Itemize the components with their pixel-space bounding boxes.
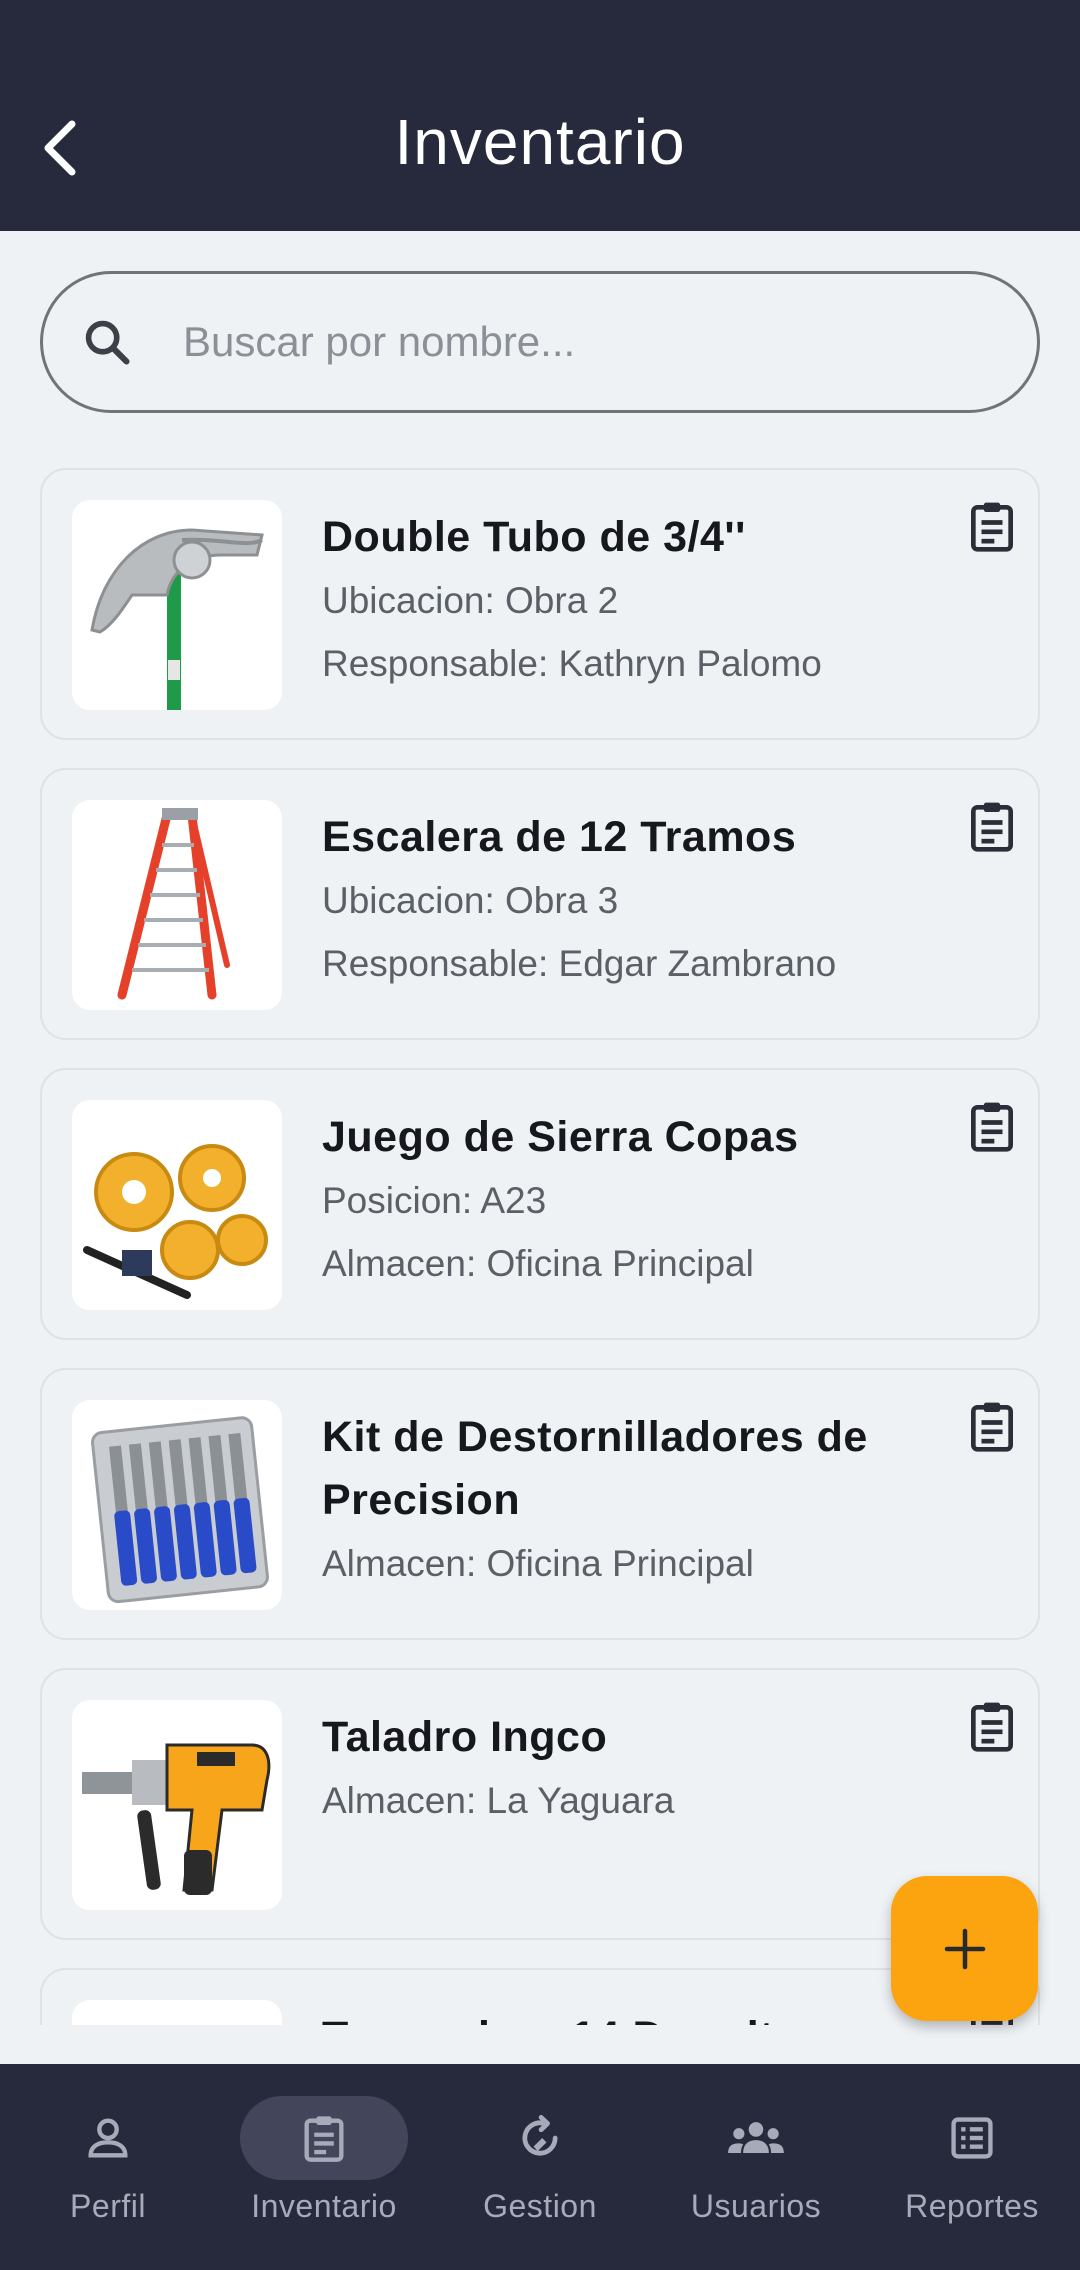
clipboard-icon[interactable] — [964, 1098, 1020, 1154]
item-detail: Ubicacion: Obra 3 — [322, 880, 619, 921]
nav-label: Reportes — [905, 2188, 1039, 2224]
search-icon — [85, 320, 130, 365]
inventory-item-card[interactable]: Tronzadora 14 Dewalt — [40, 1968, 1040, 2025]
item-detail: Almacen: La Yaguara — [322, 1780, 675, 1821]
clipboard-icon[interactable] — [964, 1398, 1020, 1454]
inventory-item-card[interactable]: Escalera de 12 Tramos Ubicacion: Obra 3 … — [40, 768, 1040, 1040]
item-detail: Ubicacion: Obra 2 — [322, 580, 619, 621]
item-name: Kit de Destornilladores de Precision — [322, 1413, 868, 1524]
nav-label: Usuarios — [690, 2188, 822, 2224]
app-bar: Inventario — [0, 0, 1080, 231]
inventory-list[interactable]: Double Tubo de 3/4'' Ubicacion: Obra 2 R… — [0, 440, 1080, 2025]
item-name: Juego de Sierra Copas — [322, 1113, 799, 1161]
item-image — [72, 1100, 282, 1310]
nav-label: Inventario — [251, 2188, 397, 2224]
bottom-navigation: Perfil Inventario Gestion Usuarios Repor… — [0, 2064, 1080, 2270]
item-name: Taladro Ingco — [322, 1713, 608, 1761]
nav-item-inventario[interactable]: Inventario — [216, 2064, 432, 2270]
plus-icon — [944, 1928, 985, 1969]
nav-item-perfil[interactable]: Perfil — [0, 2064, 216, 2270]
search-input[interactable] — [183, 318, 1003, 366]
nav-item-reportes[interactable]: Reportes — [864, 2064, 1080, 2270]
clipboard-icon[interactable] — [964, 798, 1020, 854]
inventory-item-card[interactable]: Double Tubo de 3/4'' Ubicacion: Obra 2 R… — [40, 468, 1040, 740]
item-image — [72, 1400, 282, 1610]
item-detail: Responsable: Kathryn Palomo — [322, 643, 822, 684]
item-name: Tronzadora 14 Dewalt — [322, 2006, 962, 2025]
item-image — [72, 1700, 282, 1910]
inventory-item-card[interactable]: Juego de Sierra Copas Posicion: A23 Alma… — [40, 1068, 1040, 1340]
item-image — [72, 500, 282, 710]
add-item-button[interactable] — [891, 1876, 1038, 2021]
clipboard-icon — [294, 2108, 354, 2168]
inventory-item-card[interactable]: Taladro Ingco Almacen: La Yaguara — [40, 1668, 1040, 1940]
manage-icon — [510, 2108, 570, 2168]
item-image — [72, 800, 282, 1010]
item-name: Double Tubo de 3/4'' — [322, 513, 746, 561]
nav-label: Gestion — [483, 2188, 597, 2224]
page-title: Inventario — [394, 106, 686, 178]
clipboard-icon[interactable] — [964, 498, 1020, 554]
nav-item-gestion[interactable]: Gestion — [432, 2064, 648, 2270]
item-detail: Almacen: Oficina Principal — [322, 1243, 754, 1284]
inventory-item-card[interactable]: Kit de Destornilladores de Precision Alm… — [40, 1368, 1040, 1640]
item-detail: Almacen: Oficina Principal — [322, 1543, 754, 1584]
report-icon — [942, 2108, 1002, 2168]
search-bar[interactable] — [40, 271, 1040, 413]
person-icon — [78, 2108, 138, 2168]
nav-item-usuarios[interactable]: Usuarios — [648, 2064, 864, 2270]
item-detail: Responsable: Edgar Zambrano — [322, 943, 837, 984]
item-name: Escalera de 12 Tramos — [322, 813, 797, 861]
clipboard-icon[interactable] — [964, 1698, 1020, 1754]
item-image — [72, 2000, 282, 2025]
group-icon — [726, 2108, 786, 2168]
item-detail: Posicion: A23 — [322, 1180, 547, 1221]
nav-label: Perfil — [70, 2188, 146, 2224]
